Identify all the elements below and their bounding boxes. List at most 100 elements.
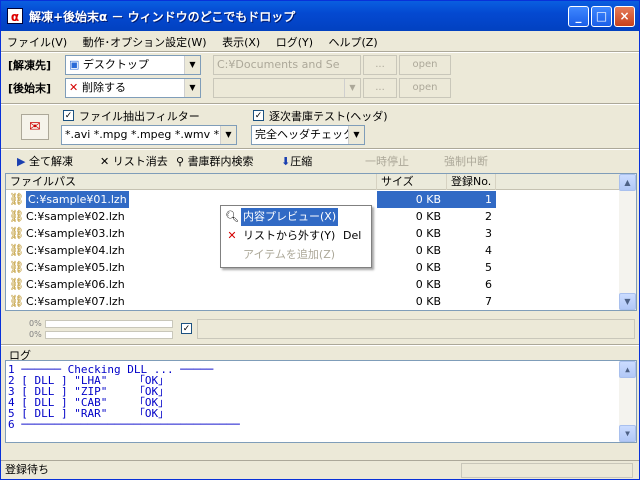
- context-item-add[interactable]: アイテムを追加(Z): [223, 246, 369, 264]
- minimize-button[interactable]: _: [568, 6, 589, 27]
- close-button[interactable]: ×: [614, 6, 635, 27]
- dest-browse-button[interactable]: ...: [363, 55, 397, 75]
- status-text: 登録待ち: [5, 463, 49, 476]
- separator: [1, 148, 639, 150]
- separator: [1, 344, 639, 346]
- row-path: C:¥sample¥03.lzh: [26, 227, 125, 240]
- row-size: 0 KB: [415, 278, 441, 291]
- log-box[interactable]: 1 ────── Checking DLL ... ───── 2 [ DLL …: [5, 360, 637, 443]
- after-open-button[interactable]: open: [399, 78, 451, 98]
- after-path-field[interactable]: ▼: [213, 78, 361, 98]
- row-number: 1: [447, 191, 496, 208]
- header-test-combo[interactable]: 完全ヘッダチェック ▼: [251, 125, 365, 145]
- filter-checkbox[interactable]: ✓: [63, 110, 74, 121]
- log-line: 6 ─────────────────────────────────: [8, 418, 240, 431]
- row-number: 3: [485, 227, 492, 240]
- column-header-size[interactable]: サイズ: [377, 174, 447, 190]
- row-number: 6: [485, 278, 492, 291]
- context-item-shortcut: Del: [343, 229, 362, 242]
- list-header: ファイルパス サイズ 登録No.: [6, 174, 620, 190]
- header-test-value: 完全ヘッダチェック: [255, 128, 354, 141]
- window-title: 解凍+後始末α － ウィンドウのどこでもドロップ: [29, 10, 296, 24]
- chevron-down-icon[interactable]: ▼: [220, 126, 236, 144]
- filter-settings-icon[interactable]: ✉: [21, 114, 49, 140]
- context-item-remove[interactable]: ✕ リストから外す(Y) Del: [223, 227, 369, 245]
- after-combo[interactable]: ✕ 削除する ▼: [65, 78, 201, 98]
- after-browse-button[interactable]: ...: [363, 78, 397, 98]
- archive-search-button[interactable]: ⚲ 書庫群内検索: [176, 152, 254, 172]
- magnifier-icon: 🔍︎: [225, 210, 239, 223]
- red-x-icon: ✕: [227, 229, 237, 242]
- column-header-path[interactable]: ファイルパス: [6, 174, 377, 190]
- compress-label: 圧縮: [290, 155, 313, 168]
- scroll-up-icon[interactable]: ▲: [619, 361, 636, 378]
- maximize-button[interactable]: □: [591, 6, 612, 27]
- scroll-down-icon[interactable]: ▼: [619, 293, 636, 310]
- row-path: C:¥sample¥07.lzh: [26, 295, 125, 308]
- menu-view[interactable]: 表示(X): [216, 31, 266, 50]
- menu-options[interactable]: 動作･オプション設定(W): [77, 31, 213, 50]
- desktop-icon: ▣: [69, 58, 83, 71]
- compress-button[interactable]: ⬇圧縮: [281, 152, 312, 172]
- dest-label: [解凍先]: [8, 59, 52, 72]
- archive-icon: ⛓: [9, 277, 25, 291]
- archive-icon: ⛓: [9, 243, 25, 257]
- row-number: 5: [485, 261, 492, 274]
- archive-icon: ⛓: [9, 294, 25, 308]
- log-scrollbar[interactable]: ▲ ▼: [619, 361, 636, 442]
- row-number: 7: [485, 295, 492, 308]
- row-size: 0 KB: [415, 295, 441, 308]
- row-size: 0 KB: [415, 244, 441, 257]
- menu-file[interactable]: ファイル(V): [1, 31, 73, 50]
- row-path: C:¥sample¥06.lzh: [26, 278, 125, 291]
- row-size: 0 KB: [415, 261, 441, 274]
- extract-all-button[interactable]: ▶ 全て解凍: [17, 152, 73, 172]
- separator: [1, 51, 639, 53]
- progress-bottom-label: 0%: [29, 330, 42, 339]
- list-scrollbar[interactable]: ▲ ▼: [619, 174, 636, 310]
- table-row[interactable]: ⛓ C:¥sample¥06.lzh 0 KB 6: [6, 276, 620, 293]
- row-path: C:¥sample¥05.lzh: [26, 261, 125, 274]
- dest-open-button[interactable]: open: [399, 55, 451, 75]
- compress-icon: ⬇: [281, 155, 291, 168]
- context-menu: 🔍︎ 内容プレビュー(X) ✕ リストから外す(Y) Del アイテムを追加(Z…: [220, 205, 372, 268]
- progress-bar-bottom: [45, 331, 173, 339]
- context-item-preview[interactable]: 🔍︎ 内容プレビュー(X): [223, 208, 369, 226]
- main-window: α 解凍+後始末α － ウィンドウのどこでもドロップ _ □ × ファイル(V)…: [0, 0, 640, 480]
- dest-path-field[interactable]: C:¥Documents and Se: [213, 55, 361, 75]
- play-icon: ▶: [17, 155, 26, 168]
- after-label: [後始末]: [8, 82, 52, 95]
- app-icon[interactable]: α: [7, 8, 23, 24]
- menu-log[interactable]: ログ(Y): [270, 31, 319, 50]
- column-header-number[interactable]: 登録No.: [447, 174, 496, 190]
- chevron-down-icon[interactable]: ▼: [348, 126, 364, 144]
- row-path: C:¥sample¥02.lzh: [26, 210, 125, 223]
- archive-icon: ⛓: [9, 192, 25, 206]
- separator: [1, 103, 639, 105]
- header-test-checkbox[interactable]: ✓: [253, 110, 264, 121]
- scroll-up-icon[interactable]: ▲: [619, 174, 636, 191]
- row-size: 0 KB: [377, 191, 447, 208]
- red-x-icon: ✕: [69, 81, 83, 94]
- progress-info-panel: [197, 319, 635, 339]
- x-icon: ✕: [100, 155, 110, 168]
- title-bar[interactable]: α 解凍+後始末α － ウィンドウのどこでもドロップ _ □ ×: [1, 1, 639, 31]
- pause-button[interactable]: 一時停止: [365, 152, 409, 172]
- progress-top-label: 0%: [29, 319, 42, 328]
- archive-icon: ⛓: [9, 260, 25, 274]
- scroll-down-icon[interactable]: ▼: [619, 425, 636, 442]
- filter-pattern-combo[interactable]: *.avi *.mpg *.mpeg *.wmv *.rm ▼: [61, 125, 237, 145]
- dest-path-placeholder: C:¥Documents and Se: [217, 58, 340, 71]
- chevron-down-icon[interactable]: ▼: [184, 79, 200, 97]
- chevron-down-icon[interactable]: ▼: [184, 56, 200, 74]
- dest-combo[interactable]: ▣ デスクトップ ▼: [65, 55, 201, 75]
- chevron-down-icon[interactable]: ▼: [344, 79, 360, 97]
- archive-search-label: 書庫群内検索: [187, 155, 254, 168]
- progress-checkbox[interactable]: ✓: [181, 323, 192, 334]
- clear-list-button[interactable]: ✕ リスト消去: [100, 152, 168, 172]
- menu-help[interactable]: ヘルプ(Z): [323, 31, 384, 50]
- table-row[interactable]: ⛓ C:¥sample¥07.lzh 0 KB 7: [6, 293, 620, 310]
- row-size: 0 KB: [415, 210, 441, 223]
- abort-button[interactable]: 強制中断: [444, 152, 488, 172]
- header-test-label: 逐次書庫テスト(ヘッダ): [269, 110, 388, 123]
